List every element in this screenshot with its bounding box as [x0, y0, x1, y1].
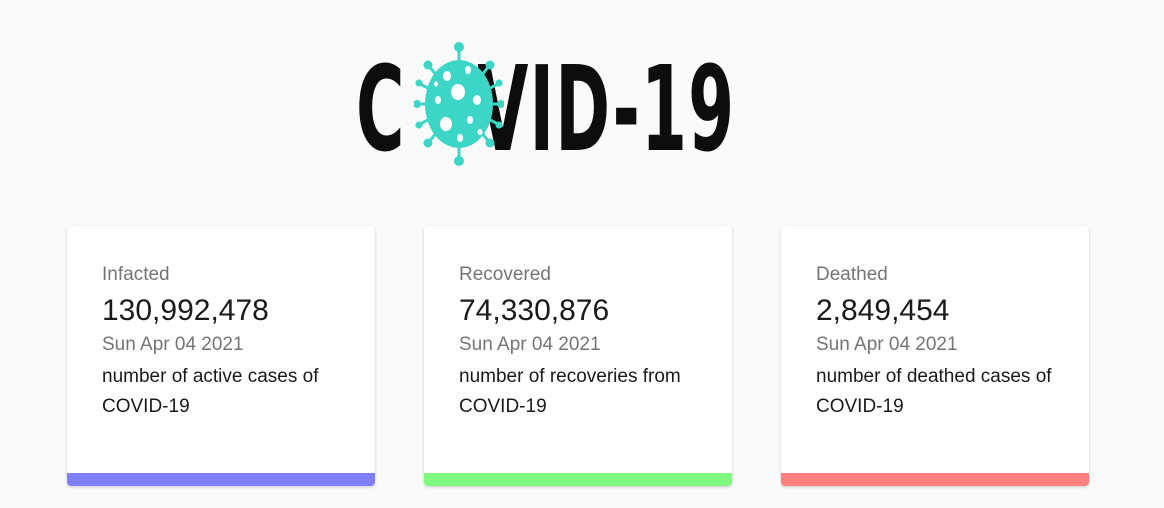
- logo-letters-rest: VID-19: [477, 40, 736, 178]
- card-label: Infacted: [102, 264, 170, 285]
- card-date: Sun Apr 04 2021: [102, 334, 244, 355]
- card-description: number of deathed cases of COVID-19: [816, 366, 1052, 417]
- card-value: 74,330,876: [459, 294, 610, 327]
- card-label: Recovered: [459, 264, 551, 285]
- recovered-card: Recovered 74,330,876 Sun Apr 04 2021 num…: [424, 226, 732, 486]
- stats-cards: Infacted 130,992,478 Sun Apr 04 2021 num…: [67, 226, 1089, 488]
- logo-letter-c: C: [356, 40, 406, 178]
- card-value: 130,992,478: [102, 294, 269, 327]
- card-date: Sun Apr 04 2021: [459, 334, 601, 355]
- card-description: number of active cases of COVID-19: [102, 366, 319, 417]
- logo-text: C VID-19: [356, 50, 735, 168]
- card-description: number of recoveries from COVID-19: [459, 366, 681, 417]
- card-accent-bar: [781, 473, 1089, 486]
- card-label: Deathed: [816, 264, 888, 285]
- deaths-card: Deathed 2,849,454 Sun Apr 04 2021 number…: [781, 226, 1089, 486]
- infected-card: Infacted 130,992,478 Sun Apr 04 2021 num…: [67, 226, 375, 486]
- card-value: 2,849,454: [816, 294, 950, 327]
- card-accent-bar: [424, 473, 732, 486]
- card-accent-bar: [67, 473, 375, 486]
- covid-logo: C VID-19: [356, 40, 802, 170]
- virus-icon: [414, 42, 504, 166]
- card-date: Sun Apr 04 2021: [816, 334, 958, 355]
